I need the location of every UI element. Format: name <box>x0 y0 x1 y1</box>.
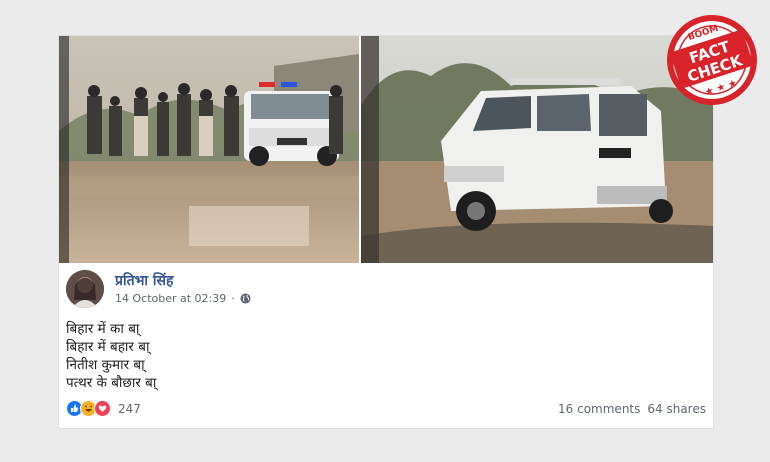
post-line-4: पत्थर के बौछार बा् <box>66 375 157 391</box>
author-name[interactable]: प्रतिभा सिंह <box>115 271 173 290</box>
shares-link[interactable]: 64 shares <box>647 402 706 416</box>
video-frame-right[interactable] <box>361 36 713 263</box>
meta-separator: · <box>231 292 235 305</box>
post-footer: 247 16 comments 64 shares <box>66 398 706 420</box>
fact-check-stamp: BOOM FACT CHECK ★ ★ ★ <box>662 4 762 112</box>
post-media[interactable] <box>59 36 713 263</box>
comments-link[interactable]: 16 comments <box>558 402 640 416</box>
post-timestamp[interactable]: 14 October at 02:39 <box>115 292 226 305</box>
avatar[interactable] <box>66 270 104 308</box>
reaction-count: 247 <box>118 401 141 416</box>
reactions-summary[interactable]: 247 <box>66 400 141 417</box>
post-line-2: बिहार में बहार बा् <box>66 339 150 355</box>
post-line-3: नितीश कुमार बा् <box>66 357 145 373</box>
globe-icon[interactable] <box>240 293 251 304</box>
video-frame-left[interactable] <box>59 36 359 263</box>
post-message: बिहार में का बा् बिहार में बहार बा् निती… <box>66 320 156 392</box>
love-icon <box>94 400 111 417</box>
post-meta: 14 October at 02:39 · <box>115 292 251 305</box>
engagement-counts: 16 comments 64 shares <box>558 402 706 416</box>
post-header: प्रतिभा सिंह 14 October at 02:39 · <box>66 270 696 310</box>
post-line-1: बिहार में का बा् <box>66 321 140 337</box>
facebook-post-card: प्रतिभा सिंह 14 October at 02:39 · बिहार… <box>58 35 714 429</box>
